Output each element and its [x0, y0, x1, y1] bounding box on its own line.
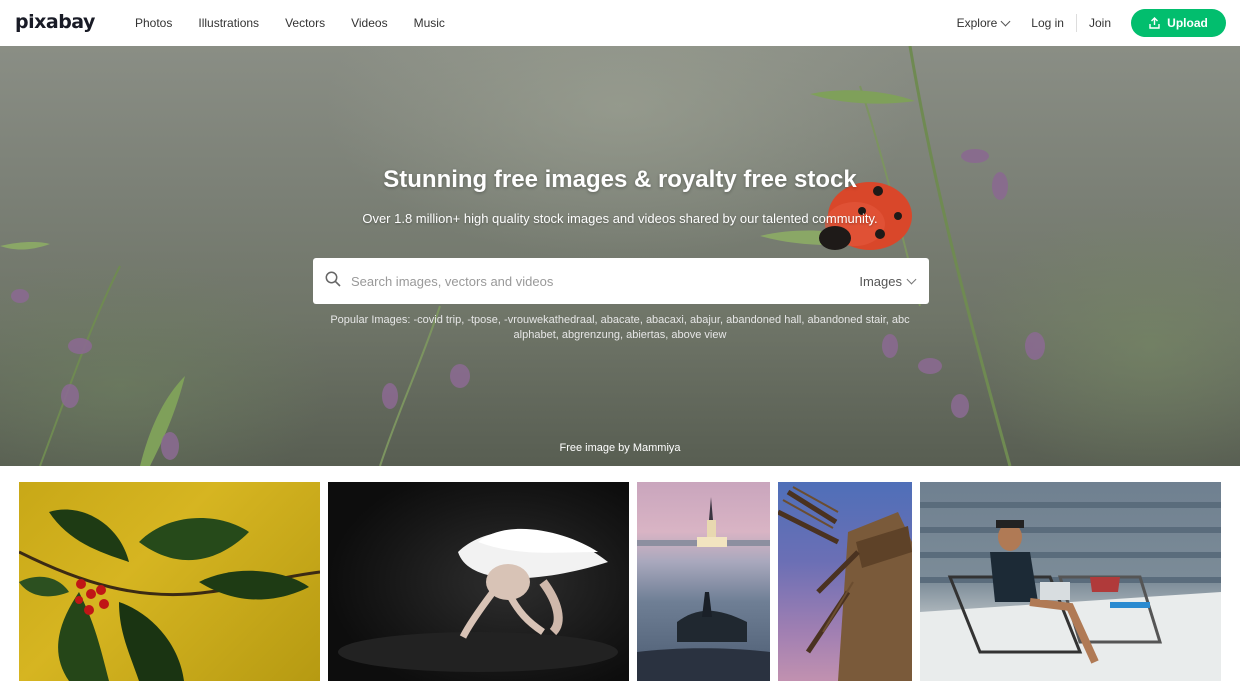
popular-term[interactable]: abiertas [626, 329, 665, 341]
nav-illustrations[interactable]: Illustrations [198, 16, 259, 30]
search-bar: Images [313, 258, 929, 304]
search-input[interactable] [351, 258, 831, 304]
popular-term[interactable]: abc [892, 314, 910, 326]
join-link[interactable]: Join [1089, 16, 1111, 30]
media-type-label: Images [859, 273, 902, 289]
popular-term[interactable]: abacaxi [646, 314, 684, 326]
upload-label: Upload [1167, 16, 1208, 30]
popular-term[interactable]: abgrenzung [562, 329, 620, 341]
explore-menu[interactable]: Explore [956, 16, 1011, 30]
nav-vectors[interactable]: Vectors [285, 16, 325, 30]
popular-term[interactable]: abacate [601, 314, 640, 326]
gallery-tile[interactable] [778, 482, 912, 681]
man-on-lounger-image [920, 502, 1221, 681]
nav-photos[interactable]: Photos [135, 16, 172, 30]
windmill-image [778, 486, 912, 681]
popular-label: Popular Images: [330, 314, 411, 326]
hero-background-image [0, 46, 1045, 466]
nav-music[interactable]: Music [414, 16, 445, 30]
account-nav: Explore Log in Join Upload [957, 0, 1226, 46]
chevron-down-icon [906, 274, 917, 284]
main-nav: Photos Illustrations Vectors Videos Musi… [135, 0, 471, 46]
chevron-down-icon [1000, 16, 1011, 26]
search-icon [325, 271, 341, 287]
popular-term[interactable]: abandoned hall [726, 314, 801, 326]
media-type-select[interactable]: Images [859, 258, 917, 304]
pixabay-logo[interactable]: pixabay [15, 11, 95, 33]
upload-icon [1149, 17, 1160, 29]
popular-term[interactable]: -covid trip [414, 314, 462, 326]
top-header: pixabay Photos Illustrations Vectors Vid… [0, 0, 1240, 46]
gallery-tile[interactable] [19, 482, 320, 681]
image-gallery [0, 466, 1240, 681]
image-credit: Free image by Mammiya [0, 442, 1240, 454]
hero-section: Stunning free images & royalty free stoc… [0, 46, 1240, 466]
popular-term[interactable]: alphabet [514, 329, 556, 341]
upload-button[interactable]: Upload [1131, 9, 1226, 37]
popular-term[interactable]: -vrouwekathedraal [504, 314, 595, 326]
gallery-tile[interactable] [328, 482, 629, 681]
login-link[interactable]: Log in [1031, 16, 1064, 30]
gallery-tile[interactable] [637, 482, 770, 681]
holly-image [19, 509, 320, 681]
explore-label: Explore [956, 16, 998, 30]
nav-videos[interactable]: Videos [351, 16, 387, 30]
popular-searches: Popular Images: -covid trip, -tpose, -vr… [330, 314, 910, 341]
divider [1075, 14, 1077, 32]
maiden-tower-image [637, 497, 770, 681]
credit-author-link[interactable]: Mammiya [633, 442, 681, 454]
gallery-tile[interactable] [920, 482, 1221, 681]
ballerina-image [338, 528, 618, 672]
hero-title: Stunning free images & royalty free stoc… [383, 166, 857, 193]
credit-prefix: Free image by [559, 442, 630, 454]
popular-term[interactable]: abajur [690, 314, 720, 326]
popular-term[interactable]: -tpose [467, 314, 498, 326]
hero-subtitle: Over 1.8 million+ high quality stock ima… [362, 211, 878, 226]
popular-term[interactable]: above view [671, 329, 726, 341]
popular-term[interactable]: abandoned stair [807, 314, 885, 326]
